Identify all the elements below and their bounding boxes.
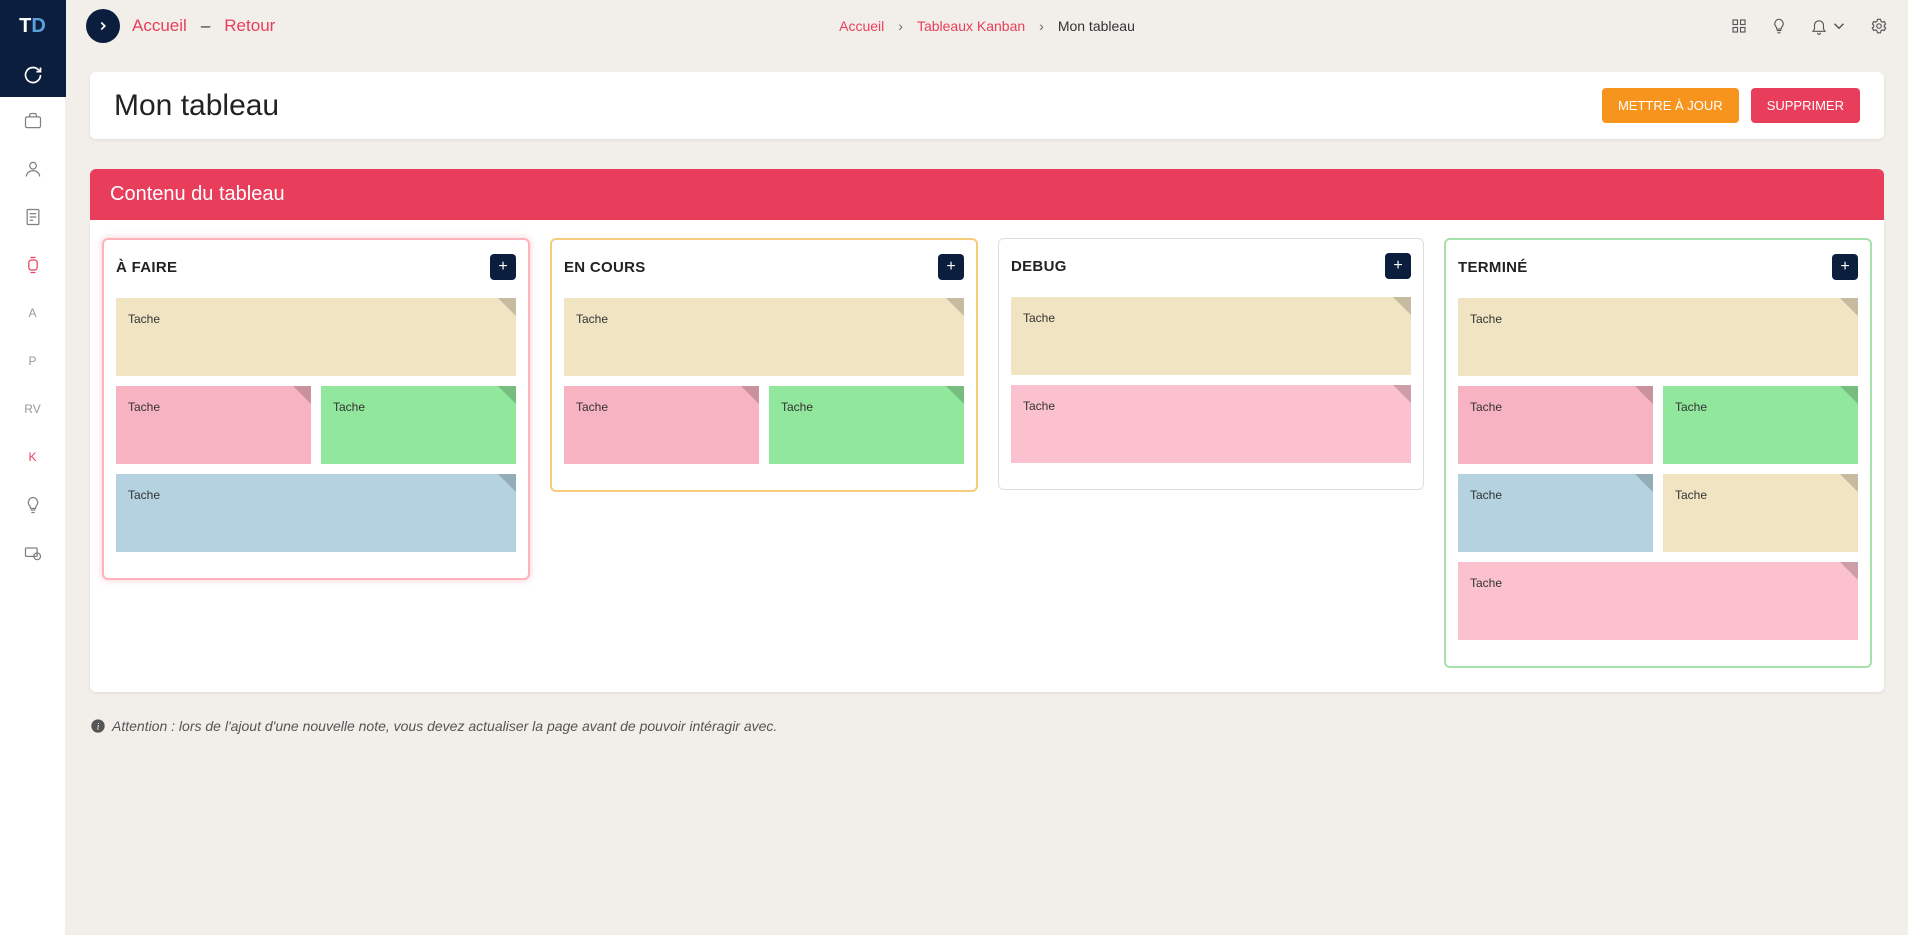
kanban-note[interactable]: Tache <box>1458 562 1858 640</box>
kanban-note[interactable]: Tache <box>769 386 964 464</box>
chevron-right-icon <box>96 19 110 33</box>
grid-icon <box>1730 17 1748 35</box>
breadcrumb-current: Mon tableau <box>1058 18 1135 34</box>
add-note-button[interactable]: + <box>1385 253 1411 279</box>
title-actions: METTRE À JOUR SUPPRIMER <box>1602 88 1860 123</box>
column-header: TERMINÉ + <box>1458 254 1858 280</box>
kanban-column: TERMINÉ+TacheTacheTacheTacheTacheTache <box>1444 238 1872 668</box>
main-content: Mon tableau METTRE À JOUR SUPPRIMER Cont… <box>66 0 1908 758</box>
grid-button[interactable] <box>1730 17 1748 35</box>
refresh-button[interactable] <box>0 52 66 97</box>
notes-row: TacheTache <box>564 386 964 464</box>
topbar-links: Accueil – Retour <box>132 16 275 36</box>
watch-icon <box>23 255 43 275</box>
link-accueil[interactable]: Accueil <box>132 16 187 36</box>
lightbulb-icon <box>23 495 43 515</box>
kanban-note[interactable]: Tache <box>1458 298 1858 376</box>
notes-row: TacheTache <box>1458 386 1858 464</box>
document-icon <box>23 207 43 227</box>
lightbulb-icon <box>1770 17 1788 35</box>
sidebar-item-profile[interactable] <box>0 145 66 193</box>
kanban-note[interactable]: Tache <box>1663 386 1858 464</box>
notes-row: TacheTache <box>1458 474 1858 552</box>
add-note-button[interactable]: + <box>1832 254 1858 280</box>
refresh-icon <box>23 65 43 85</box>
hint-text: Attention : lors de l'ajout d'une nouvel… <box>112 718 777 734</box>
column-title: TERMINÉ <box>1458 259 1528 276</box>
sidebar-item-cash[interactable] <box>0 529 66 577</box>
add-note-button[interactable]: + <box>490 254 516 280</box>
notes-row: Tache <box>1011 385 1411 463</box>
tips-button[interactable] <box>1770 17 1788 35</box>
notes-row: Tache <box>116 298 516 376</box>
topbar-right <box>1730 17 1888 35</box>
kanban-note[interactable]: Tache <box>116 298 516 376</box>
section-header: Contenu du tableau <box>90 169 1884 220</box>
kanban-note[interactable]: Tache <box>1458 474 1653 552</box>
sidebar-item-rv[interactable]: RV <box>0 385 66 433</box>
kanban-note[interactable]: Tache <box>116 386 311 464</box>
notes-row: Tache <box>1458 562 1858 640</box>
breadcrumb-home[interactable]: Accueil <box>839 18 884 34</box>
sidebar-item-doc[interactable] <box>0 193 66 241</box>
info-icon: i <box>90 718 106 734</box>
app-logo[interactable]: TD <box>0 0 66 52</box>
notes-row: Tache <box>1011 297 1411 375</box>
kanban-note[interactable]: Tache <box>564 386 759 464</box>
notes-row: Tache <box>116 474 516 552</box>
bell-icon <box>1810 17 1828 35</box>
sidebar-item-p[interactable]: P <box>0 337 66 385</box>
kanban-column: À FAIRE+TacheTacheTacheTache <box>102 238 530 580</box>
sidebar-item-idea[interactable] <box>0 481 66 529</box>
title-card: Mon tableau METTRE À JOUR SUPPRIMER <box>90 72 1884 139</box>
briefcase-icon <box>23 111 43 131</box>
notes-row: TacheTache <box>116 386 516 464</box>
nav-toggle-button[interactable] <box>86 9 120 43</box>
link-retour[interactable]: Retour <box>224 16 275 36</box>
kanban-note[interactable]: Tache <box>116 474 516 552</box>
gear-icon <box>1870 17 1888 35</box>
kanban-note[interactable]: Tache <box>1011 385 1411 463</box>
notifications-button[interactable] <box>1810 17 1848 35</box>
board-section: Contenu du tableau À FAIRE+TacheTacheTac… <box>90 169 1884 692</box>
notes-row: Tache <box>564 298 964 376</box>
kanban-note[interactable]: Tache <box>1011 297 1411 375</box>
column-header: À FAIRE + <box>116 254 516 280</box>
breadcrumb: Accueil › Tableaux Kanban › Mon tableau <box>839 18 1135 34</box>
settings-button[interactable] <box>1870 17 1888 35</box>
column-title: DEBUG <box>1011 258 1067 275</box>
delete-button[interactable]: SUPPRIMER <box>1751 88 1860 123</box>
notes-row: Tache <box>1458 298 1858 376</box>
column-header: DEBUG + <box>1011 253 1411 279</box>
kanban-columns: À FAIRE+TacheTacheTacheTacheEN COURS+Tac… <box>102 238 1872 668</box>
svg-text:i: i <box>97 722 100 732</box>
chevron-icon: › <box>898 18 903 34</box>
kanban-note[interactable]: Tache <box>564 298 964 376</box>
sidebar-item-a[interactable]: A <box>0 289 66 337</box>
hint-message: i Attention : lors de l'ajout d'une nouv… <box>90 718 1884 734</box>
update-button[interactable]: METTRE À JOUR <box>1602 88 1739 123</box>
column-title: EN COURS <box>564 259 646 276</box>
add-note-button[interactable]: + <box>938 254 964 280</box>
kanban-note[interactable]: Tache <box>1663 474 1858 552</box>
kanban-note[interactable]: Tache <box>1458 386 1653 464</box>
topbar: Accueil – Retour Accueil › Tableaux Kanb… <box>66 0 1908 52</box>
page-title: Mon tableau <box>114 89 279 123</box>
sidebar-item-watch[interactable] <box>0 241 66 289</box>
kanban-column: EN COURS+TacheTacheTache <box>550 238 978 492</box>
sidebar-item-k[interactable]: K <box>0 433 66 481</box>
sidebar: TD A P RV K <box>0 0 66 935</box>
chevron-down-icon <box>1830 17 1848 35</box>
chevron-icon: › <box>1039 18 1044 34</box>
column-header: EN COURS + <box>564 254 964 280</box>
kanban-note[interactable]: Tache <box>321 386 516 464</box>
kanban-column: DEBUG + Tache Tache <box>998 238 1424 490</box>
breadcrumb-kanban[interactable]: Tableaux Kanban <box>917 18 1025 34</box>
board-wrap: À FAIRE+TacheTacheTacheTacheEN COURS+Tac… <box>90 220 1884 692</box>
cash-icon <box>23 543 43 563</box>
topbar-separator: – <box>201 16 210 36</box>
user-icon <box>23 159 43 179</box>
sidebar-item-briefcase[interactable] <box>0 97 66 145</box>
column-title: À FAIRE <box>116 259 177 276</box>
